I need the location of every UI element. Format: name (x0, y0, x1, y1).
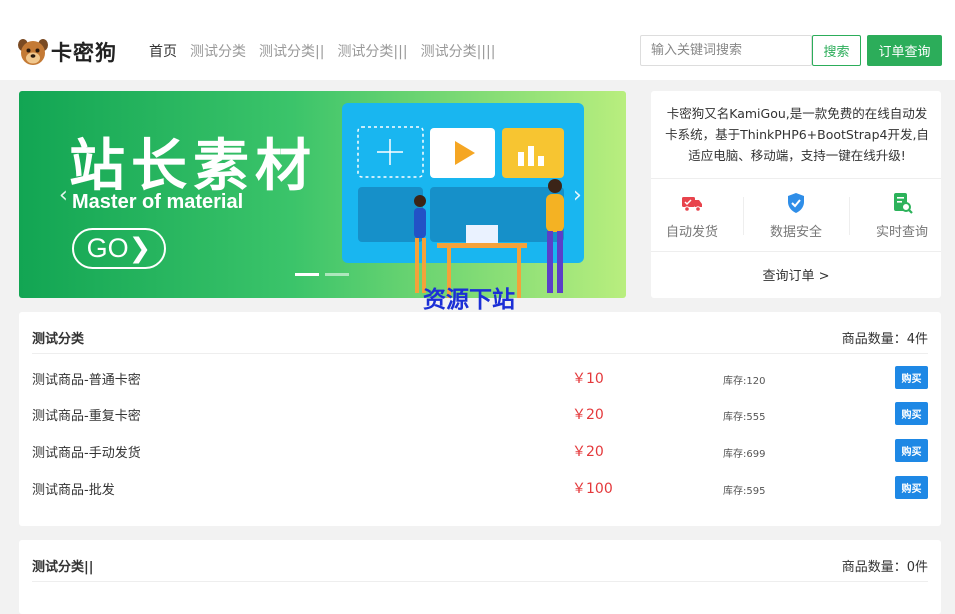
product-price: ￥20 (572, 444, 604, 460)
feature-label: 实时查询 (875, 225, 928, 240)
nav-item-category-3[interactable]: 测试分类||| (337, 41, 407, 61)
nav-item-category-1[interactable]: 测试分类 (190, 41, 246, 61)
banner-go-button[interactable]: GO❯ (72, 228, 166, 269)
product-name[interactable]: 测试商品-手动发货 (32, 442, 141, 461)
product-stock: 库存:555 (723, 412, 766, 423)
category-title: 测试分类 (32, 332, 85, 347)
header: 卡密狗 首页 测试分类 测试分类|| 测试分类||| 测试分类|||| 搜索 订… (0, 0, 955, 80)
banner-illustration (342, 103, 584, 298)
feature-label: 自动发货 (665, 225, 718, 240)
banner-subtitle: Master of material (72, 191, 244, 213)
shield-icon (788, 193, 804, 213)
category-card: 测试分类|| 商品数量：0件 (19, 540, 941, 614)
category-card: 测试分类 商品数量：4件 测试商品-普通卡密 ￥10 库存:120 购买 测试商… (19, 312, 941, 526)
search-input[interactable] (640, 35, 812, 66)
product-name[interactable]: 测试商品-重复卡密 (32, 405, 141, 424)
carousel-prev-icon[interactable]: ‹ (59, 183, 68, 208)
buy-button[interactable]: 购买 (895, 366, 928, 389)
main-nav: 首页 测试分类 测试分类|| 测试分类||| 测试分类|||| (149, 41, 495, 61)
buy-button[interactable]: 购买 (895, 476, 928, 499)
truck-icon (682, 197, 702, 212)
carousel-indicators (295, 273, 349, 276)
product-row: 测试商品-批发 ￥100 库存:595 购买 (19, 473, 941, 503)
category-title: 测试分类|| (32, 560, 94, 575)
product-stock: 库存:595 (723, 486, 766, 497)
order-query-button[interactable]: 订单查询 (867, 35, 942, 66)
logo-text: 卡密狗 (51, 41, 117, 65)
nav-item-category-2[interactable]: 测试分类|| (259, 41, 324, 61)
product-stock: 库存:120 (723, 376, 766, 387)
carousel-dot-1[interactable] (295, 273, 319, 276)
nav-item-home[interactable]: 首页 (149, 41, 177, 61)
site-description: 卡密狗又名KamiGou,是一款免费的在线自动发卡系统，基于ThinkPHP6+… (665, 106, 929, 163)
feature-realtime-query: 实时查询 (854, 191, 950, 240)
carousel-dot-2[interactable] (325, 273, 349, 276)
product-name[interactable]: 测试商品-普通卡密 (32, 369, 141, 388)
product-row: 测试商品-手动发货 ￥20 库存:699 购买 (19, 436, 941, 466)
card-divider (32, 581, 928, 582)
product-row: 测试商品-普通卡密 ￥10 库存:120 购买 (19, 363, 941, 393)
query-order-link[interactable]: 查询订单 > (651, 265, 941, 284)
feature-separator (743, 197, 744, 235)
product-price: ￥20 (572, 407, 604, 423)
feature-label: 数据安全 (769, 225, 822, 240)
info-divider-top (651, 178, 941, 179)
product-row: 测试商品-重复卡密 ￥20 库存:555 购买 (19, 399, 941, 429)
buy-button[interactable]: 购买 (895, 402, 928, 425)
product-stock: 库存:699 (723, 449, 766, 460)
dog-logo-icon (18, 39, 48, 65)
nav-item-category-4[interactable]: 测试分类|||| (421, 41, 496, 61)
buy-button[interactable]: 购买 (895, 439, 928, 462)
card-divider (32, 353, 928, 354)
search-doc-icon (894, 193, 913, 214)
product-count: 商品数量：0件 (841, 560, 928, 575)
product-count: 商品数量：4件 (841, 332, 928, 347)
product-price: ￥100 (572, 481, 613, 497)
banner-carousel[interactable]: 站长素材 Master of material GO❯ ‹ › (19, 91, 626, 298)
logo[interactable]: 卡密狗 (18, 37, 117, 67)
carousel-next-icon[interactable]: › (573, 183, 582, 208)
info-panel: 卡密狗又名KamiGou,是一款免费的在线自动发卡系统，基于ThinkPHP6+… (651, 91, 941, 298)
search-button[interactable]: 搜索 (812, 35, 861, 66)
feature-data-security: 数据安全 (748, 191, 844, 240)
info-divider-bottom (651, 251, 941, 252)
feature-auto-delivery: 自动发货 (644, 191, 740, 240)
product-name[interactable]: 测试商品-批发 (32, 479, 115, 498)
watermark-text: 资源下站 (423, 287, 515, 313)
product-price: ￥10 (572, 371, 604, 387)
banner-title: 站长素材 (69, 134, 317, 199)
feature-separator (849, 197, 850, 235)
